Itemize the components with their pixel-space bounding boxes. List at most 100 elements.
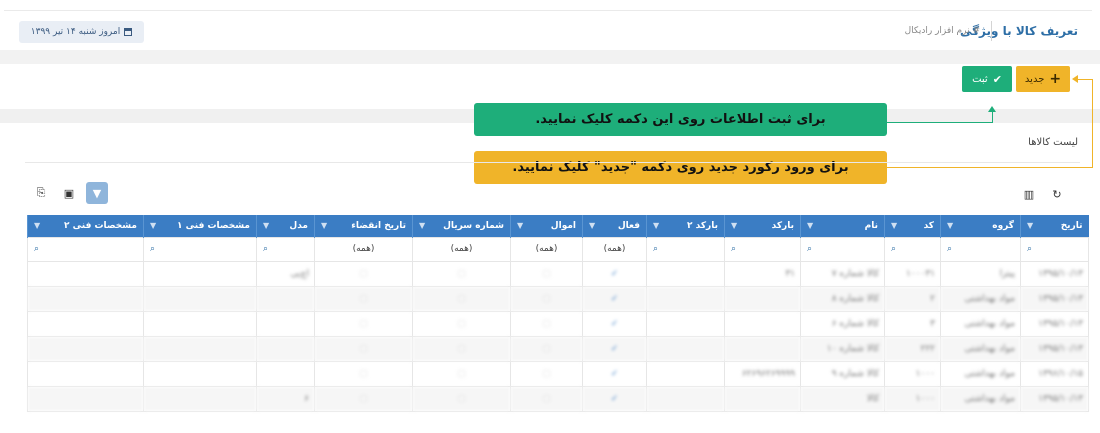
save-hint-callout: برای ثبت اطلاعات روی این دکمه کلیک نمایی… — [474, 103, 887, 136]
list-title: لیست کالاها — [1028, 137, 1078, 148]
filter-cell[interactable]: (همه) — [510, 236, 583, 262]
column-header[interactable]: مدل ▼ — [256, 215, 315, 237]
table-cell — [724, 385, 801, 412]
table-row[interactable]: ۱۳۹۵/۱۰/۱۳ مواد بهداشتی ۳ کالا شماره ۶ ✓ ▢ ▢ ▢ — [27, 310, 1089, 337]
export-icon[interactable]: ⎘ — [30, 182, 52, 204]
table-row[interactable]: ۱۳۹۵/۱۰/۱۳ مواد بهداشتی ۱۰۰۰ کالا ✓ ▢ ▢ ▢ ۶ — [27, 385, 1089, 412]
table-cell: مواد بهداشتی — [940, 385, 1021, 412]
table-cell — [143, 385, 257, 412]
table-cell: ▢ — [412, 285, 511, 312]
column-header[interactable]: فعال ▼ — [582, 215, 647, 237]
new-hint-connector-top — [1078, 79, 1093, 80]
filter-cell[interactable]: ⌕ — [1020, 236, 1089, 262]
table-row[interactable]: ۱۳۹۵/۱۰/۱۳ مواد بهداشتی ۲ کالا شماره ۸ ✓ ▢ ▢ ▢ — [27, 285, 1089, 312]
table-row[interactable]: ۱۳۹۵/۱۰/۱۳ پیتزا ۱۰۰۰۳۱ کالا شماره ۷ ۳۱ ✓ ▢ ▢ ▢ ا… — [27, 260, 1089, 287]
filter-cell[interactable]: ⌕ — [143, 236, 257, 262]
column-header[interactable]: گروه ▼ — [940, 215, 1021, 237]
search-icon: ⌕ — [150, 243, 156, 254]
column-header[interactable]: بارکد ▼ — [724, 215, 801, 237]
filter-cell[interactable]: (همه) — [582, 236, 647, 262]
filter-cell[interactable]: (همه) — [314, 236, 413, 262]
table-row[interactable]: ۱۳۹۵/۱۰/۱۳ مواد بهداشتی ۲۲۲ کالا شماره ۱۰ ✓ ▢… — [27, 335, 1089, 362]
filter-icon: ▼ — [150, 221, 157, 230]
new-button[interactable]: + جدید — [1016, 66, 1070, 92]
table-cell — [27, 360, 144, 387]
table-row[interactable]: ۱۳۹۶/۱۰/۱۵ مواد بهداشتی ۱۰۰۰ کالا شماره ۹ ۶۲… — [27, 360, 1089, 387]
page-header: تعریف کالا با ویژگی # نرم افزار رادیکال … — [4, 10, 1092, 50]
table-cell: ▢ — [510, 385, 583, 412]
filter-cell[interactable]: ⌕ — [800, 236, 885, 262]
table-cell — [143, 285, 257, 312]
filter-cell[interactable]: ⌕ — [884, 236, 941, 262]
search-icon: ⌕ — [653, 243, 659, 254]
table-cell: ✓ — [582, 285, 647, 312]
table-cell — [27, 385, 144, 412]
column-header[interactable]: مشخصات فنی ۱ ▼ — [143, 215, 257, 237]
table-cell: ▢ — [510, 335, 583, 362]
search-icon: ⌕ — [807, 243, 813, 254]
column-header[interactable]: اموال ▼ — [510, 215, 583, 237]
table-cell: ✓ — [582, 360, 647, 387]
table-cell: ▢ — [510, 360, 583, 387]
save-button[interactable]: ✔ ثبت — [962, 66, 1012, 92]
filter-cell[interactable]: ⌕ — [256, 236, 315, 262]
filter-cell[interactable]: ⌕ — [646, 236, 725, 262]
table-cell: کالا — [800, 385, 885, 412]
table-cell: ۶ — [256, 385, 315, 412]
search-icon: ⌕ — [947, 243, 953, 254]
table-cell: ▢ — [314, 260, 413, 287]
table-cell — [256, 285, 315, 312]
filter-icon[interactable]: ▼ — [86, 182, 108, 204]
table-cell: ▢ — [412, 385, 511, 412]
filter-row: ⌕ ⌕ ⌕ ⌕ ⌕ ⌕ (همه) (همه) (همه) (همه) ⌕ ⌕ … — [27, 236, 1089, 262]
table-cell — [256, 360, 315, 387]
table-cell: ۶۲۶۹۶۲۶۹۹۹۹ — [724, 360, 801, 387]
excel-icon[interactable]: ▣ — [58, 182, 80, 204]
column-header[interactable]: بارکد ۲ ▼ — [646, 215, 725, 237]
plus-icon: + — [1049, 71, 1062, 87]
search-icon: ⌕ — [1027, 243, 1033, 254]
table-cell: ▢ — [412, 335, 511, 362]
table-cell: ▢ — [314, 285, 413, 312]
table-cell — [646, 360, 725, 387]
table-cell — [724, 310, 801, 337]
table-cell — [27, 260, 144, 287]
column-header[interactable]: تاریخ انقضاء ▼ — [314, 215, 413, 237]
table-cell: ۱۳۹۵/۱۰/۱۳ — [1020, 335, 1089, 362]
table-cell: ۲ — [884, 285, 941, 312]
table-cell: پیتزا — [940, 260, 1021, 287]
filter-icon: ▼ — [653, 221, 660, 230]
breadcrumb[interactable]: # نرم افزار رادیکال — [905, 26, 980, 36]
table-cell: کالا شماره ۷ — [800, 260, 885, 287]
check-icon: ✔ — [992, 72, 1002, 86]
column-header[interactable]: تاریخ ▼ — [1020, 215, 1089, 237]
table-cell: ۱۳۹۵/۱۰/۱۳ — [1020, 310, 1089, 337]
filter-cell[interactable]: (همه) — [412, 236, 511, 262]
filter-icon: ▼ — [34, 221, 41, 230]
filter-cell[interactable]: ⌕ — [724, 236, 801, 262]
save-hint-connector-vertical — [992, 112, 993, 123]
table-cell — [646, 285, 725, 312]
table-cell: ▢ — [412, 260, 511, 287]
table-cell: ▢ — [314, 360, 413, 387]
filter-icon: ▼ — [263, 221, 270, 230]
filter-cell[interactable]: ⌕ — [940, 236, 1021, 262]
column-header[interactable]: نام ▼ — [800, 215, 885, 237]
refresh-icon[interactable]: ↻ — [1046, 183, 1068, 205]
filter-icon: ▼ — [321, 221, 328, 230]
table-cell: مواد بهداشتی — [940, 360, 1021, 387]
table-cell: کالا شماره ۸ — [800, 285, 885, 312]
column-header[interactable]: مشخصات فنی ۲ ▼ — [27, 215, 144, 237]
table-cell: ▢ — [314, 310, 413, 337]
filter-cell[interactable]: ⌕ — [27, 236, 144, 262]
table-cell: ▢ — [510, 285, 583, 312]
filter-icon: ▼ — [947, 221, 954, 230]
table-cell — [646, 385, 725, 412]
column-header[interactable]: کد ▼ — [884, 215, 941, 237]
table-cell: ✓ — [582, 260, 647, 287]
table-cell — [256, 335, 315, 362]
table-cell: ۱۳۹۵/۱۰/۱۳ — [1020, 285, 1089, 312]
column-header[interactable]: شماره سریال ▼ — [412, 215, 511, 237]
table-cell: مواد بهداشتی — [940, 335, 1021, 362]
column-chooser-icon[interactable]: ▥ — [1018, 183, 1040, 205]
